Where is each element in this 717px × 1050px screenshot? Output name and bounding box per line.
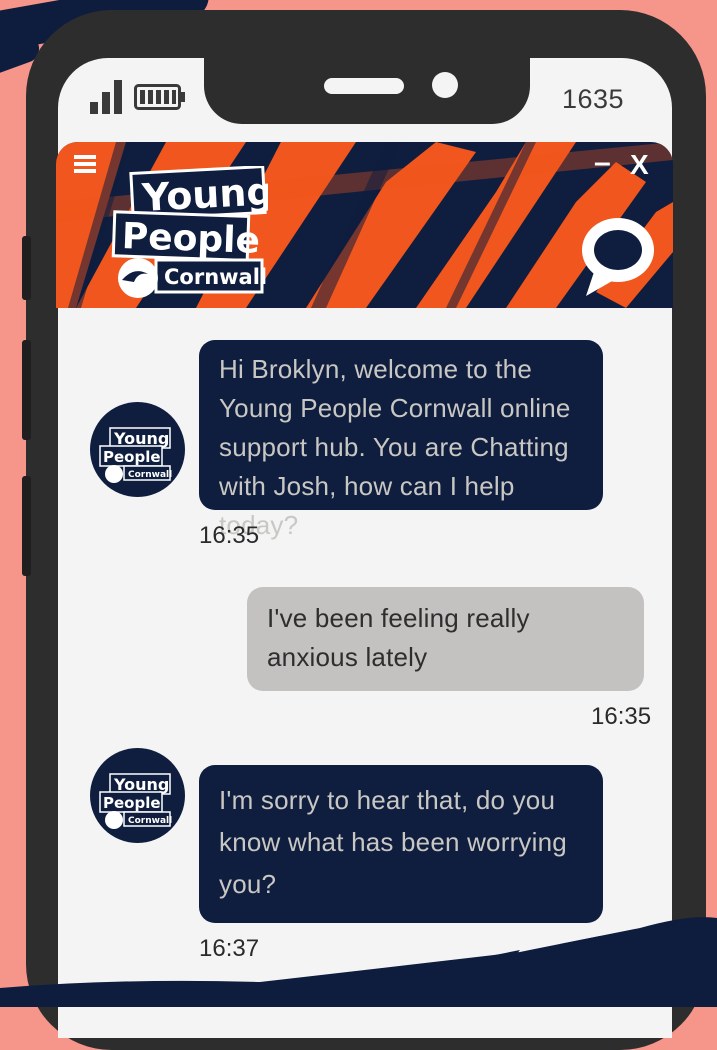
close-button[interactable]: X xyxy=(630,150,649,180)
camera-icon xyxy=(432,72,458,98)
agent-message-bubble: Hi Broklyn, welcome to the Young People … xyxy=(199,340,603,540)
phone-side-button xyxy=(22,340,31,440)
young-people-cornwall-logo: Young People Cornwall xyxy=(99,773,172,829)
svg-text:People: People xyxy=(103,448,161,466)
svg-text:Young: Young xyxy=(113,775,169,794)
young-people-cornwall-logo: Young People Cornwall xyxy=(111,166,268,298)
battery-icon xyxy=(134,84,185,110)
phone-side-button xyxy=(22,236,31,300)
status-time: 1635 xyxy=(562,84,625,114)
message-timestamp: 16:35 xyxy=(591,703,652,730)
svg-text:Cornwall: Cornwall xyxy=(128,470,172,480)
signal-bars-icon xyxy=(90,80,122,114)
agent-avatar: Young People Cornwall xyxy=(90,748,185,843)
agent-avatar: Young People Cornwall xyxy=(90,402,185,497)
user-message-bubble: I've been feeling really anxious lately xyxy=(247,587,644,691)
svg-text:People: People xyxy=(121,216,260,262)
speaker-grill xyxy=(324,78,404,94)
svg-text:Young: Young xyxy=(113,429,169,448)
young-people-cornwall-logo: Young People Cornwall xyxy=(99,427,172,483)
phone-side-button xyxy=(22,476,31,576)
svg-text:People: People xyxy=(103,794,161,812)
bottom-brush-stroke xyxy=(0,917,717,1007)
hamburger-menu-icon[interactable] xyxy=(74,153,96,175)
speech-bubble-icon[interactable] xyxy=(576,212,660,298)
message-timestamp: 16:35 xyxy=(199,522,260,549)
minimize-button[interactable]: – xyxy=(594,148,616,178)
svg-text:Cornwall: Cornwall xyxy=(164,265,267,289)
phone-notch xyxy=(204,58,530,124)
svg-text:Cornwall: Cornwall xyxy=(128,816,172,826)
